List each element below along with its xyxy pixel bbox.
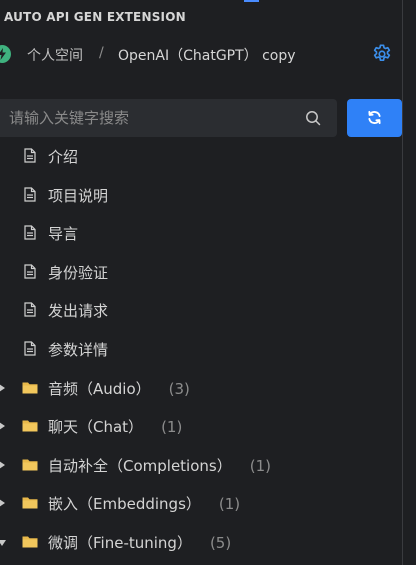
refresh-icon: [368, 110, 381, 125]
chevron-right-icon[interactable]: [0, 498, 6, 508]
document-icon: [24, 302, 36, 317]
tree-item-label: 音频（Audio） (3): [48, 379, 190, 398]
panel-title: AUTO API GEN EXTENSION: [4, 10, 186, 24]
document-icon: [24, 186, 36, 202]
chevron-right-icon[interactable]: [0, 383, 6, 393]
panel-divider: [402, 0, 403, 565]
breadcrumb-project[interactable]: OpenAI（ChatGPT） copy: [118, 45, 296, 65]
tree-item-label: 导言: [48, 225, 79, 244]
search-icon[interactable]: [305, 110, 321, 126]
tree-doc-item[interactable]: 导言: [0, 214, 402, 253]
tree-doc-item[interactable]: 参数详情: [0, 330, 402, 369]
tree-item-label: 嵌入（Embeddings） (1): [48, 495, 241, 514]
tree-item-label: 自动补全（Completions） (1): [48, 456, 271, 475]
folder-icon: [22, 536, 38, 548]
tree-folder-item[interactable]: 自动补全（Completions） (1): [0, 446, 402, 485]
chevron-down-icon[interactable]: [0, 537, 6, 547]
tree-item-label: 介绍: [48, 148, 79, 166]
project-logo-icon[interactable]: [0, 45, 11, 63]
search-box: [0, 99, 337, 137]
folder-icon: [22, 420, 38, 432]
tree-item-label: 微调（Fine-tuning） (5): [48, 533, 232, 552]
tree-item-label: 发出请求: [48, 302, 109, 321]
document-icon: [24, 264, 36, 279]
document-icon: [24, 148, 36, 163]
breadcrumb-separator: /: [99, 45, 104, 61]
folder-icon: [22, 497, 38, 509]
search-input[interactable]: [9, 99, 299, 137]
tree-doc-item[interactable]: 身份验证: [0, 253, 402, 292]
tree-item-label: 聊天（Chat） (1): [48, 418, 183, 437]
item-count: (5): [209, 533, 232, 552]
tree-doc-item[interactable]: 介绍: [0, 137, 402, 176]
folder-icon: [22, 459, 38, 471]
tree-item-label: 项目说明: [48, 186, 109, 205]
settings-gear-icon[interactable]: [371, 43, 393, 65]
tree-folder-item[interactable]: 聊天（Chat） (1): [0, 407, 402, 446]
tree-item-label: 参数详情: [48, 340, 109, 359]
tree-doc-item[interactable]: 项目说明: [0, 176, 402, 215]
refresh-button[interactable]: [347, 99, 402, 137]
tree-folder-item[interactable]: 微调（Fine-tuning） (5): [0, 523, 402, 562]
item-count: (3): [168, 379, 190, 398]
api-tree: 介绍 项目说明 导言 身份验证 发出请求 参数详情 音频（Audio） (3) …: [0, 137, 402, 562]
breadcrumb: 个人空间 / OpenAI（ChatGPT） copy: [0, 42, 402, 66]
item-count: (1): [249, 456, 271, 475]
chevron-right-icon[interactable]: [0, 460, 6, 470]
tree-doc-item[interactable]: 发出请求: [0, 291, 402, 330]
tree-folder-item[interactable]: 音频（Audio） (3): [0, 369, 402, 408]
tree-folder-item[interactable]: 嵌入（Embeddings） (1): [0, 484, 402, 523]
document-icon: [24, 341, 36, 356]
item-count: (1): [218, 495, 241, 514]
item-count: (1): [161, 418, 183, 437]
top-accent-bar: [244, 0, 259, 2]
document-icon: [24, 225, 36, 240]
breadcrumb-space[interactable]: 个人空间: [27, 45, 83, 65]
folder-icon: [22, 382, 38, 394]
tree-item-label: 身份验证: [48, 263, 109, 282]
chevron-right-icon[interactable]: [0, 421, 6, 431]
